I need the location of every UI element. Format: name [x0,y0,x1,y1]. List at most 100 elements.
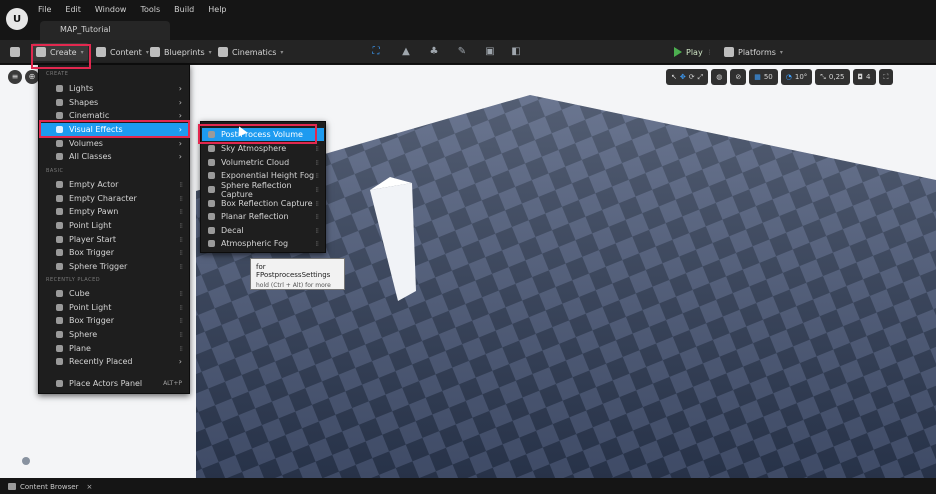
menu-item-box-reflection-capture[interactable]: Box Reflection Capture ⁞⁞ [202,197,324,210]
viewport-menu-icon[interactable]: ≡ [8,70,22,84]
menu-item-cube[interactable]: Cube ⁞⁞ [40,287,188,300]
menu-item-player-start[interactable]: Player Start ⁞⁞ [40,233,188,246]
drag-grip-icon[interactable]: ⁞⁞ [180,222,184,230]
content-browser-tab[interactable]: Content Browser × [8,480,92,493]
volumes-icon [56,140,63,147]
unreal-logo-icon[interactable]: U [6,8,28,30]
menu-item-recently-placed[interactable]: Recently Placed › [40,355,188,368]
play-icon [674,47,682,57]
drag-grip-icon[interactable]: ⁞⁞ [180,195,184,203]
drag-grip-icon[interactable]: ⁞⁞ [316,227,320,235]
rotation-snap-icon: ◔ [785,73,792,81]
drag-grip-icon[interactable]: ⁞⁞ [316,240,320,248]
menu-item-atmospheric-fog[interactable]: Atmospheric Fog ⁞⁞ [202,237,324,250]
menu-item-recent-box-trigger[interactable]: Box Trigger ⁞⁞ [40,314,188,327]
drag-grip-icon[interactable]: ⁞⁞ [316,213,320,221]
menu-edit[interactable]: Edit [65,5,81,14]
close-icon[interactable]: × [86,483,92,491]
sphere-reflection-icon [208,186,215,193]
save-button[interactable] [6,43,24,61]
menu-item-planar-reflection[interactable]: Planar Reflection ⁞⁞ [202,210,324,223]
rotate-icon[interactable]: ⟳ [689,73,695,81]
menu-tools[interactable]: Tools [140,5,160,14]
world-local-toggle[interactable]: ◍ [711,69,728,85]
landscape-mode-icon[interactable]: ▲ [400,46,412,58]
sphere-icon [56,331,63,338]
menu-item-point-light[interactable]: Point Light ⁞⁞ [40,219,188,232]
foliage-mode-icon[interactable]: ♣ [428,46,440,58]
paint-mode-icon[interactable]: ✎ [456,46,468,58]
drag-grip-icon[interactable]: ⁞⁞ [180,331,184,339]
camera-icon: ◘ [857,73,864,81]
drag-grip-icon[interactable]: ⁞⁞ [180,236,184,244]
drag-grip-icon[interactable]: ⁞⁞ [180,249,184,257]
point-light-icon [56,304,63,311]
menu-item-box-trigger[interactable]: Box Trigger ⁞⁞ [40,246,188,259]
scale-snap-toggle[interactable]: ⤡ 0,25 [815,69,850,85]
menu-item-sphere-trigger[interactable]: Sphere Trigger ⁞⁞ [40,260,188,273]
visual-effects-submenu: Post Process Volume Sky Atmosphere ⁞⁞ Vol… [200,121,326,253]
blueprints-button[interactable]: Blueprints ▾ [146,43,216,61]
menu-item-place-actors-panel[interactable]: Place Actors Panel ALT+P [40,377,188,390]
translate-icon[interactable]: ✥ [680,73,686,81]
menu-item-plane[interactable]: Plane ⁞⁞ [40,342,188,355]
drag-grip-icon[interactable]: ⁞⁞ [180,290,184,298]
menu-item-empty-actor[interactable]: Empty Actor ⁞⁞ [40,178,188,191]
content-icon [96,47,106,57]
menu-item-volumes[interactable]: Volumes › [40,137,188,150]
cinematics-button[interactable]: Cinematics ▾ [214,43,287,61]
maximize-viewport-button[interactable]: ⛶ [878,69,894,85]
menu-item-all-classes[interactable]: All Classes › [40,150,188,163]
drag-grip-icon[interactable]: ⁞⁞ [316,186,320,194]
menu-item-volumetric-cloud[interactable]: Volumetric Cloud ⁞⁞ [202,156,324,169]
menu-item-sky-atmosphere[interactable]: Sky Atmosphere ⁞⁞ [202,142,324,155]
grid-snap-toggle[interactable]: ▦ 50 [749,69,778,85]
chevron-down-icon: ▾ [80,48,84,56]
menu-item-shapes[interactable]: Shapes › [40,96,188,109]
drag-grip-icon[interactable]: ⁞⁞ [180,345,184,353]
create-button[interactable]: Create ▾ [32,43,88,61]
camera-speed-button[interactable]: ◘ 4 [852,69,876,85]
drag-grip-icon[interactable]: ⁞⁞ [316,159,320,167]
drag-grip-icon[interactable]: ⁞⁞ [316,172,320,180]
fracture-mode-icon[interactable]: ▣ [484,46,496,58]
actor-icon [56,181,63,188]
drag-grip-icon[interactable]: ⁞⁞ [180,317,184,325]
drag-grip-icon[interactable]: ⁞⁞ [180,208,184,216]
scale-icon[interactable]: ⤢ [698,73,704,82]
select-icon[interactable]: ↖ [671,73,677,81]
surface-snap-toggle[interactable]: ⊘ [730,69,747,85]
content-button[interactable]: Content ▾ [92,43,153,61]
chevron-right-icon: › [178,357,182,366]
select-mode-icon[interactable]: ⛶ [370,46,382,58]
drag-grip-icon[interactable]: ⁞⁞ [180,263,184,271]
menu-build[interactable]: Build [174,5,194,14]
drag-grip-icon[interactable]: ⁞⁞ [180,181,184,189]
viewport-options-icon[interactable]: ⊕ [25,70,39,84]
menu-item-lights[interactable]: Lights › [40,82,188,95]
menu-item-recent-point-light[interactable]: Point Light ⁞⁞ [40,301,188,314]
modeling-mode-icon[interactable]: ◧ [510,46,522,58]
menu-item-visual-effects[interactable]: Visual Effects › [40,123,188,136]
menu-item-sphere-reflection-capture[interactable]: Sphere Reflection Capture ⁞⁞ [202,181,324,199]
more-options-icon[interactable]: ⋮ [707,49,713,56]
rotation-snap-toggle[interactable]: ◔ 10° [780,69,813,85]
menu-window[interactable]: Window [95,5,127,14]
menu-item-decal[interactable]: Decal ⁞⁞ [202,224,324,237]
play-button[interactable]: Play ⋮ [670,43,717,61]
menu-file[interactable]: File [38,5,51,14]
platforms-icon [724,47,734,57]
menu-item-cinematic[interactable]: Cinematic › [40,109,188,122]
menu-item-empty-pawn[interactable]: Empty Pawn ⁞⁞ [40,205,188,218]
drag-grip-icon[interactable]: ⁞⁞ [180,304,184,312]
menu-help[interactable]: Help [208,5,226,14]
drag-grip-icon[interactable]: ⁞⁞ [316,145,320,153]
main-toolbar: Create ▾ Content ▾ Blueprints ▾ Cinemati… [0,40,936,64]
menu-item-post-process-volume[interactable]: Post Process Volume [202,128,324,141]
platforms-button[interactable]: Platforms ▾ [720,43,787,61]
menu-item-sphere[interactable]: Sphere ⁞⁞ [40,328,188,341]
document-tab[interactable]: MAP_Tutorial [40,21,170,40]
menu-item-empty-character[interactable]: Empty Character ⁞⁞ [40,192,188,205]
grid-snap-value: 50 [763,73,773,81]
drag-grip-icon[interactable]: ⁞⁞ [316,200,320,208]
